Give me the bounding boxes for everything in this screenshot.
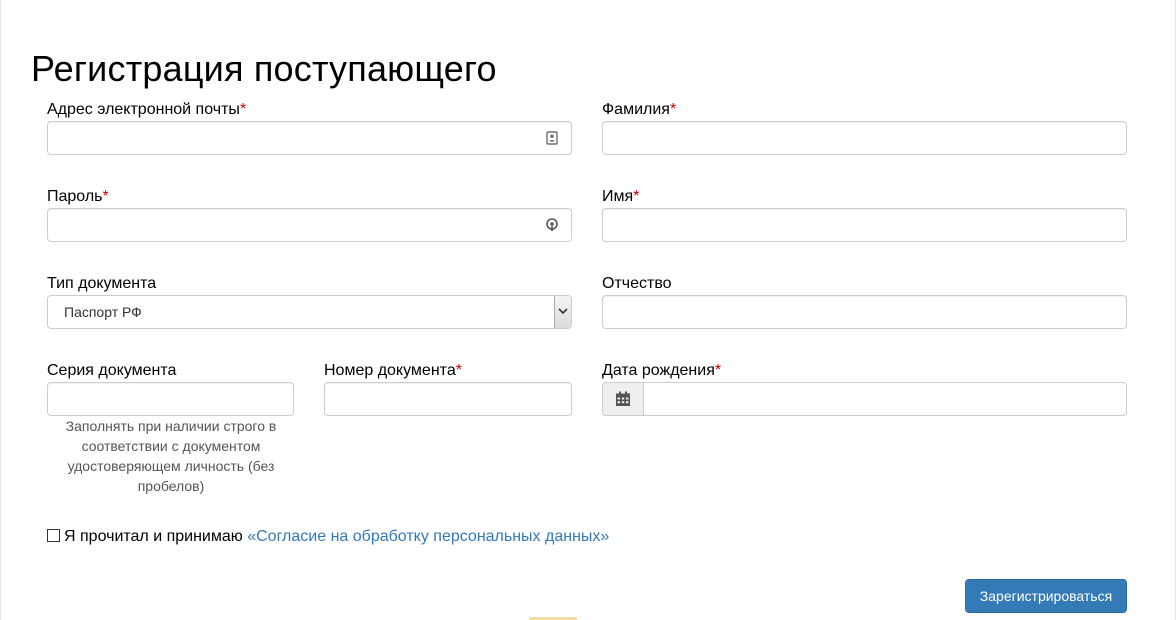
register-button[interactable]: Зарегистрироваться — [965, 579, 1127, 613]
doc-number-label: Номер документа* — [324, 361, 462, 381]
middle-name-label: Отчество — [602, 275, 672, 292]
dropdown-button[interactable] — [554, 296, 571, 328]
birth-date-input[interactable] — [644, 383, 1126, 415]
required-mark: * — [669, 101, 677, 118]
doc-type-label: Тип документа — [47, 275, 157, 292]
email-label: Адрес электронной почты* — [47, 100, 246, 120]
first-name-input[interactable] — [603, 209, 1126, 241]
last-name-input[interactable] — [603, 122, 1126, 154]
doc-number-input[interactable] — [325, 383, 571, 415]
middle-name-input[interactable] — [603, 296, 1126, 328]
doc-number-field[interactable] — [324, 382, 572, 416]
required-mark: * — [102, 188, 109, 205]
email-input[interactable] — [48, 122, 571, 154]
last-name-field[interactable] — [602, 121, 1127, 155]
password-label-text: Пароль — [47, 188, 103, 205]
required-mark: * — [633, 188, 640, 205]
calendar-button[interactable] — [603, 383, 644, 415]
middle-name-field[interactable] — [602, 295, 1127, 329]
last-name-label: Фамилия* — [602, 100, 676, 120]
agreement-checkbox[interactable] — [47, 529, 60, 542]
doc-series-label: Серия документа — [47, 362, 177, 379]
required-mark: * — [239, 101, 247, 118]
password-input[interactable] — [48, 209, 571, 241]
required-mark: * — [714, 362, 722, 379]
calendar-icon — [616, 391, 630, 406]
doc-series-field[interactable] — [47, 382, 294, 416]
page-title: Регистрация поступающего — [31, 48, 497, 89]
birth-date-label: Дата рождения* — [602, 361, 721, 381]
agreement-text: Я прочитал и принимаю — [64, 528, 243, 545]
agreement-row: Я прочитал и принимаю «Согласие на обраб… — [47, 527, 609, 547]
password-label: Пароль* — [47, 187, 109, 207]
first-name-label-text: Имя — [602, 188, 634, 205]
doc-type-selected-value: Паспорт РФ — [64, 304, 142, 320]
doc-type-select[interactable]: Паспорт РФ — [47, 295, 572, 329]
birth-date-label-text: Дата рождения — [602, 362, 715, 379]
first-name-field[interactable] — [602, 208, 1127, 242]
password-field[interactable] — [47, 208, 572, 242]
first-name-label: Имя* — [602, 187, 639, 207]
doc-series-help-text: Заполнять при наличии строго в соответст… — [65, 418, 277, 494]
registration-page: Регистрация поступающего Адрес электронн… — [0, 0, 1176, 620]
email-label-text: Адрес электронной почты — [47, 101, 240, 118]
last-name-label-text: Фамилия — [602, 101, 670, 118]
consent-link[interactable]: «Согласие на обработку персональных данн… — [247, 528, 609, 545]
doc-series-input[interactable] — [48, 383, 293, 415]
birth-date-field[interactable] — [602, 382, 1127, 416]
key-icon — [545, 218, 559, 232]
email-field[interactable] — [47, 121, 572, 155]
contact-card-icon — [545, 131, 559, 145]
required-mark: * — [455, 362, 462, 379]
chevron-down-icon — [558, 308, 568, 315]
doc-number-label-text: Номер документа — [324, 362, 456, 379]
